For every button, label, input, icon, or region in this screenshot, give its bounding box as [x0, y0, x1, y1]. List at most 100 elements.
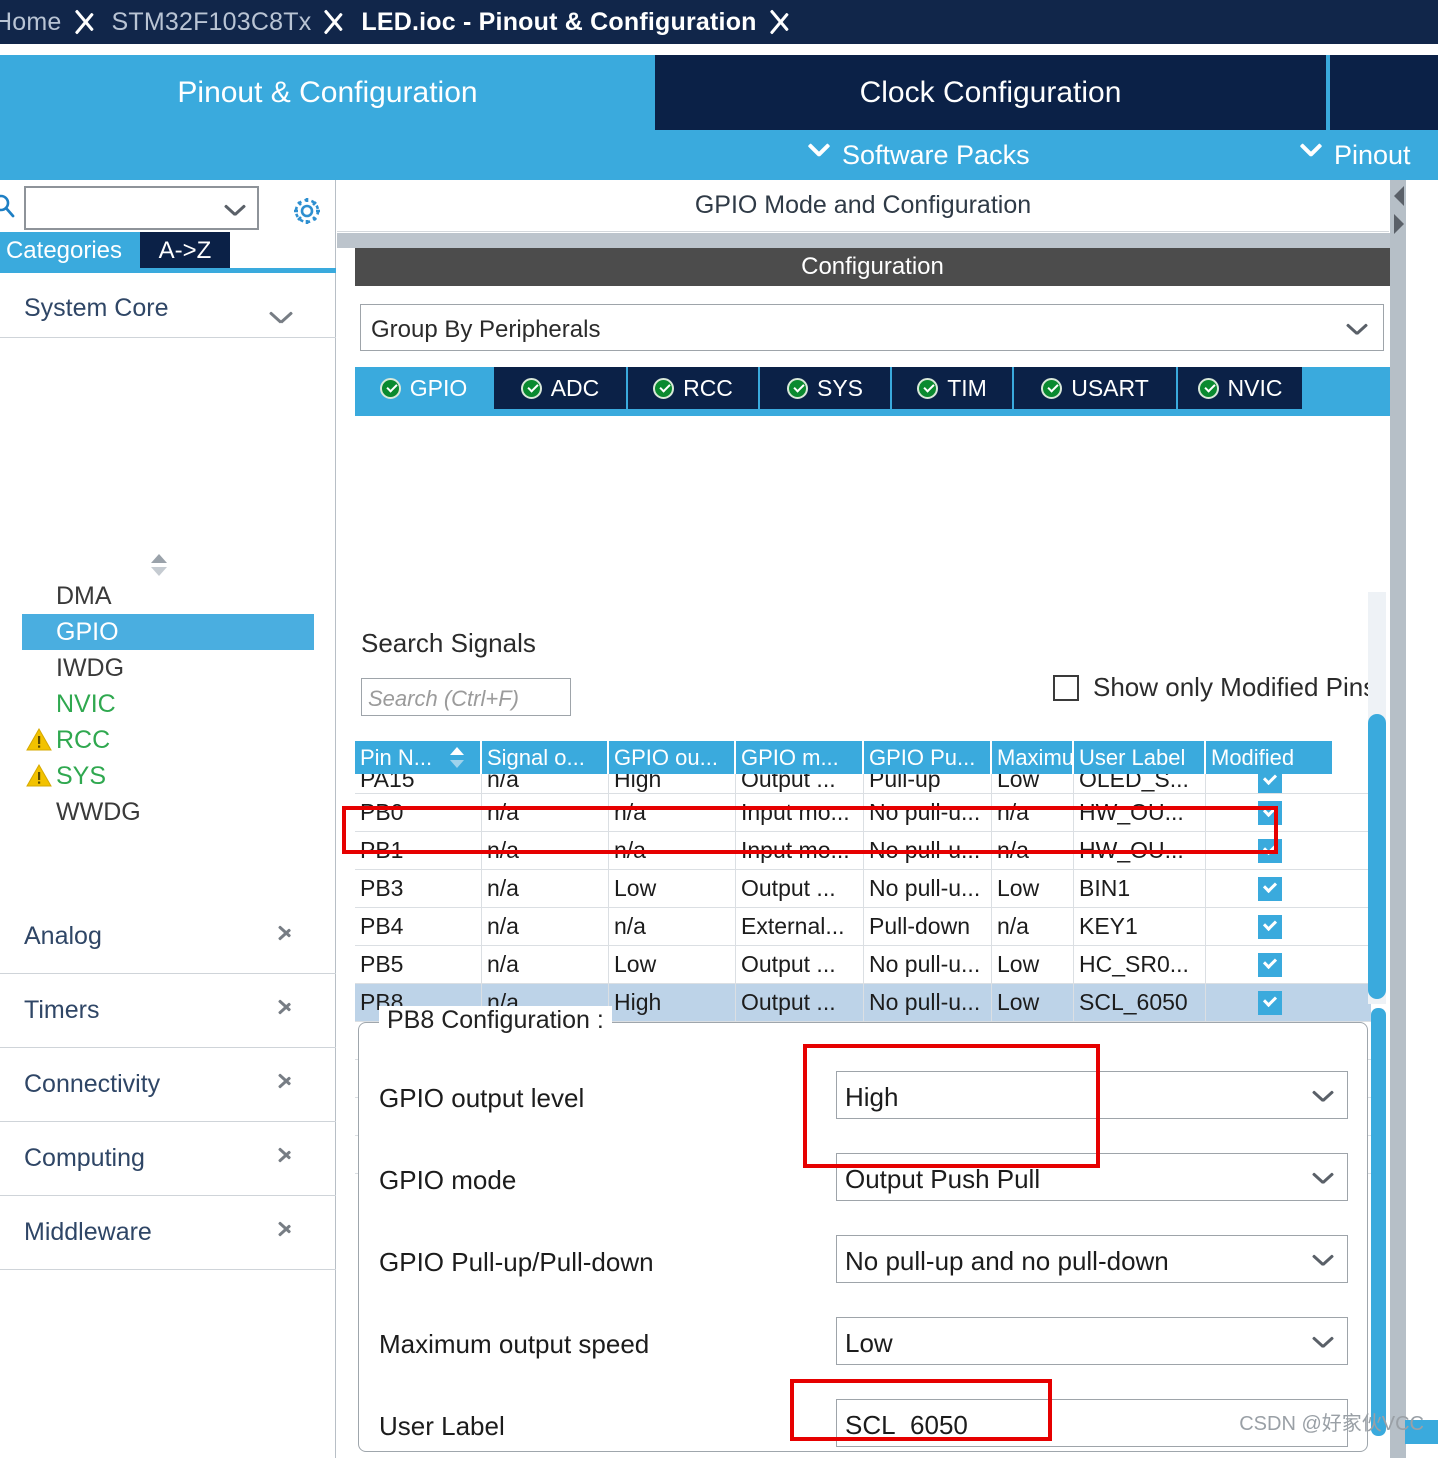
table-row[interactable]: PB3 n/a Low Output ... No pull-u... Low BIN1 [355, 870, 1371, 908]
search-signals-input[interactable]: Search (Ctrl+F) [361, 678, 571, 716]
watermark: CSDN @好家伙VCC [1239, 1413, 1424, 1435]
tab-pinout-configuration[interactable]: Pinout & Configuration [0, 55, 655, 130]
show-only-modified-pins-checkbox[interactable]: Show only Modified Pins [1053, 672, 1376, 703]
peripheral-tab-adc[interactable]: ADC [494, 367, 626, 409]
table-column-header[interactable]: Maximu... [992, 741, 1074, 774]
sidebar-group-connectivity[interactable]: Connectivity [0, 1048, 336, 1122]
pinout-menu[interactable]: Pinout [1300, 130, 1411, 180]
config-field-dropdown[interactable]: Output Push Pull [836, 1153, 1348, 1201]
config-field-dropdown[interactable]: Low [836, 1317, 1348, 1365]
warning-icon [26, 764, 52, 787]
peripheral-tab-gpio[interactable]: GPIO [355, 367, 492, 409]
sidebar-item-dma[interactable]: DMA [0, 578, 336, 614]
sidebar-item-wwdg[interactable]: WWDG [0, 794, 336, 830]
table-scrollbar-thumb[interactable] [1368, 714, 1386, 999]
sidebar-group-computing[interactable]: Computing [0, 1122, 336, 1196]
config-row: Maximum output speed Low [359, 1309, 1369, 1393]
check-circle-icon [1041, 377, 1063, 399]
checkbox-checked-icon[interactable] [1258, 952, 1282, 977]
sidebar-item-rcc[interactable]: RCC [0, 722, 336, 758]
tab-next-partial[interactable] [1330, 55, 1438, 130]
table-cell-modified[interactable] [1206, 946, 1334, 983]
sidebar-item-label: WWDG [56, 797, 141, 826]
table-cell-modified[interactable] [1206, 870, 1334, 907]
table-row[interactable]: PB0 n/a n/a Input mo... No pull-u... n/a HW_OU… [355, 794, 1371, 832]
table-cell-modified[interactable] [1206, 832, 1334, 869]
checkbox-checked-icon[interactable] [1258, 769, 1282, 793]
gear-icon[interactable] [290, 194, 324, 228]
vertical-splitter[interactable] [1390, 180, 1406, 1458]
checkbox-checked-icon[interactable] [1258, 800, 1282, 825]
scroll-up-down-spinner-icon[interactable] [148, 552, 170, 578]
table-cell-modified[interactable] [1206, 908, 1334, 945]
config-field-dropdown[interactable]: No pull-up and no pull-down [836, 1235, 1348, 1283]
chevron-down-icon[interactable] [225, 204, 245, 215]
checkbox-icon[interactable] [1053, 674, 1079, 701]
chevron-down-icon[interactable] [1313, 1254, 1333, 1265]
group-by-value: Group By Peripherals [371, 316, 601, 343]
sidebar-item-nvic[interactable]: NVIC [0, 686, 336, 722]
table-column-header[interactable]: Pin N... [355, 741, 482, 774]
main-tab-strip: Pinout & Configuration Clock Configurati… [0, 55, 1438, 130]
tab-clock-configuration[interactable]: Clock Configuration [655, 55, 1326, 130]
table-column-header[interactable]: Signal o... [482, 741, 609, 774]
chevron-down-icon[interactable] [1347, 323, 1367, 334]
sidebar-tree: System Core [0, 280, 336, 338]
checkbox-checked-icon[interactable] [1258, 838, 1282, 863]
peripheral-tab-sys[interactable]: SYS [760, 367, 890, 409]
check-circle-icon [379, 377, 401, 399]
config-field-dropdown[interactable]: High [836, 1071, 1348, 1119]
peripheral-tab-rcc[interactable]: RCC [628, 367, 758, 409]
table-column-label: Maximu... [997, 744, 1074, 770]
chevron-down-icon[interactable] [1313, 1336, 1333, 1347]
table-row[interactable]: PA15 n/a High Output ... Pull-up Low OLED_S... [355, 766, 1371, 794]
peripheral-tab-tim[interactable]: TIM [892, 367, 1012, 409]
chevron-down-icon[interactable] [1313, 1090, 1333, 1101]
peripheral-tab-usart[interactable]: USART [1014, 367, 1176, 409]
table-column-header[interactable]: GPIO ou... [609, 741, 736, 774]
checkbox-checked-icon[interactable] [1258, 914, 1282, 939]
table-cell: n/a [609, 908, 736, 945]
table-column-header[interactable]: User Label [1074, 741, 1206, 774]
breadcrumb-item-current[interactable]: LED.ioc - Pinout & Configuration [359, 8, 758, 37]
table-cell: Input mo... [736, 794, 864, 831]
peripheral-search-combo[interactable] [24, 186, 259, 230]
table-row[interactable]: PB4 n/a n/a External... Pull-down n/a KEY1 [355, 908, 1371, 946]
table-column-header[interactable]: GPIO m... [736, 741, 864, 774]
table-row[interactable]: PB1 n/a n/a Input mo... No pull-u... n/a HW_OU… [355, 832, 1371, 870]
table-cell: KEY1 [1074, 908, 1206, 945]
breadcrumb-item-home[interactable]: Home [0, 8, 64, 37]
chevron-down-icon[interactable] [1313, 1172, 1333, 1183]
table-column-header[interactable]: GPIO Pu... [864, 741, 992, 774]
sidebar-item-iwdg[interactable]: IWDG [0, 650, 336, 686]
table-cell-modified[interactable] [1206, 984, 1334, 1021]
tab-categories[interactable]: Categories [0, 232, 140, 270]
sidebar-group-middleware[interactable]: Middleware [0, 1196, 336, 1270]
sidebar-group-system-core[interactable]: System Core [0, 280, 336, 338]
group-by-dropdown[interactable]: Group By Peripherals [360, 304, 1384, 351]
sidebar-item-label: DMA [56, 581, 112, 610]
table-row[interactable]: PB5 n/a Low Output ... No pull-u... Low HC_SR0… [355, 946, 1371, 984]
sidebar-group-analog[interactable]: Analog [0, 900, 336, 974]
breadcrumb-item-device[interactable]: STM32F103C8Tx [110, 8, 314, 37]
peripheral-tab-nvic[interactable]: NVIC [1178, 367, 1302, 409]
sidebar-group-timers[interactable]: Timers [0, 974, 336, 1048]
table-cell: n/a [609, 794, 736, 831]
sort-arrows-icon[interactable] [448, 746, 466, 769]
config-row: GPIO Pull-up/Pull-down No pull-up and no … [359, 1227, 1369, 1311]
table-cell-modified[interactable] [1206, 794, 1334, 831]
table-column-label: Signal o... [487, 744, 585, 770]
config-panel-scrollbar-thumb[interactable] [1371, 1008, 1386, 1436]
tab-a-to-z[interactable]: A->Z [140, 232, 230, 270]
check-circle-icon [1197, 377, 1219, 399]
sidebar-item-gpio[interactable]: GPIO [22, 614, 314, 650]
table-cell: n/a [482, 870, 609, 907]
panel-collapse-arrows-icon[interactable] [1388, 180, 1408, 242]
checkbox-checked-icon[interactable] [1258, 990, 1282, 1015]
sidebar-item-sys[interactable]: SYS [0, 758, 336, 794]
check-circle-icon [653, 377, 675, 399]
checkbox-checked-icon[interactable] [1258, 876, 1282, 901]
chevron-right-icon [279, 1144, 292, 1166]
peripheral-tab-label: RCC [683, 374, 733, 401]
software-packs-menu[interactable]: Software Packs [808, 130, 1030, 180]
